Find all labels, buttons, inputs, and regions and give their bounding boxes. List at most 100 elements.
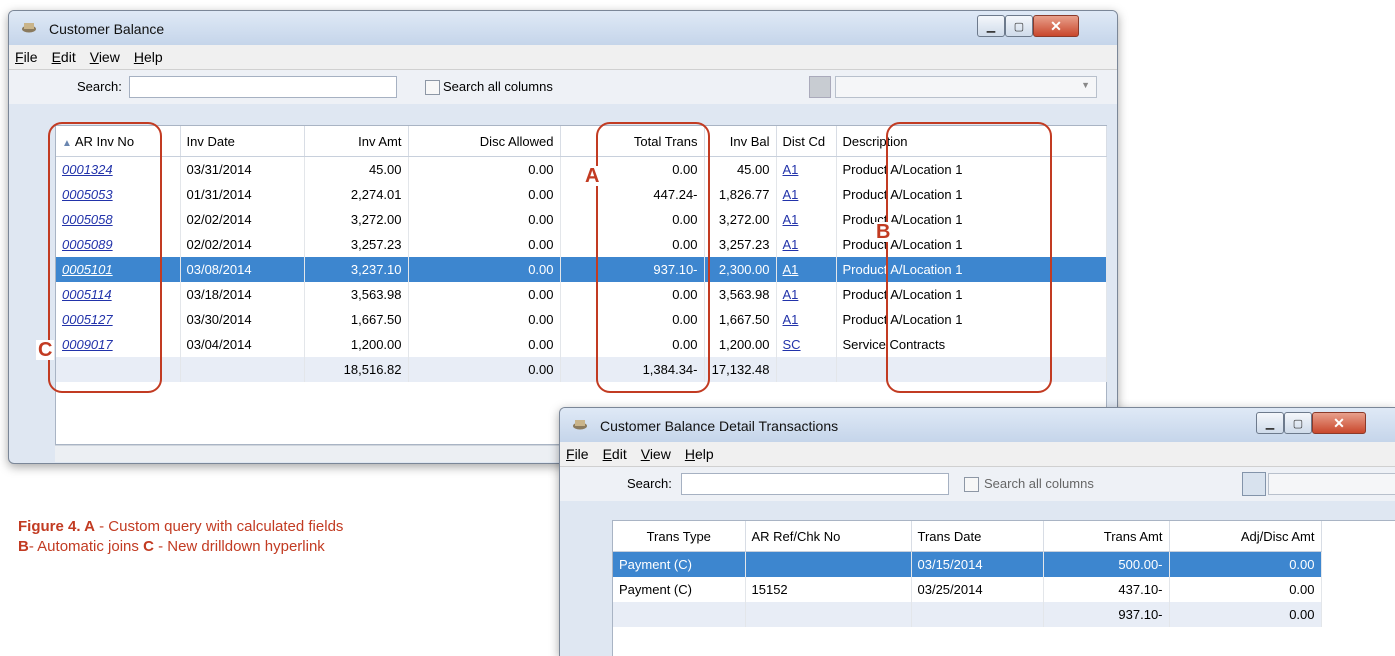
- detail-title-bar: Customer Balance Detail Transactions ▁ ▢…: [560, 408, 1395, 442]
- table-cell: 1,667.50: [304, 307, 409, 332]
- search-input[interactable]: [681, 473, 949, 495]
- app-icon: [22, 23, 36, 33]
- col-trans-type[interactable]: Trans Type: [613, 521, 746, 552]
- table-cell: 03/31/2014: [180, 156, 305, 182]
- total-cell: 937.10-: [1043, 602, 1170, 627]
- col-inv-date[interactable]: Inv Date: [180, 126, 305, 157]
- maximize-button[interactable]: ▢: [1284, 412, 1312, 434]
- table-cell: 0.00: [1169, 577, 1322, 602]
- table-cell: 0.00: [408, 257, 561, 282]
- app-icon: [573, 420, 587, 430]
- total-cell: 17,132.48: [704, 357, 777, 382]
- col-adj-disc-amt[interactable]: Adj/Disc Amt: [1169, 521, 1322, 552]
- cell-dist-cd[interactable]: SC: [776, 332, 837, 357]
- col-dist-cd[interactable]: Dist Cd: [776, 126, 837, 157]
- cell-dist-cd[interactable]: A1: [776, 232, 837, 257]
- total-cell: [776, 357, 837, 382]
- minimize-button[interactable]: ▁: [977, 15, 1005, 37]
- search-input[interactable]: [129, 76, 397, 98]
- table-cell: 03/15/2014: [911, 551, 1044, 577]
- table-row[interactable]: Payment (C) 03/15/2014 500.00- 0.00: [613, 551, 1322, 577]
- caption-a-key: Figure 4. A: [18, 518, 95, 535]
- dist-cd-link[interactable]: A1: [783, 237, 799, 252]
- table-row[interactable]: Payment (C) 15152 03/25/2014 437.10- 0.00: [613, 577, 1322, 602]
- search-all-label: Search all columns: [443, 79, 553, 94]
- dist-cd-link[interactable]: A1: [783, 187, 799, 202]
- callout-b-box: [886, 122, 1052, 393]
- table-cell: Payment (C): [613, 577, 746, 602]
- export-icon[interactable]: [1242, 472, 1266, 496]
- dist-cd-link[interactable]: SC: [783, 337, 801, 352]
- view-dropdown[interactable]: [1268, 473, 1395, 495]
- close-button[interactable]: ✕: [1312, 412, 1366, 434]
- chevron-down-icon: ▼: [1081, 80, 1090, 90]
- figure-caption: Figure 4. A - Custom query with calculat…: [18, 517, 343, 557]
- search-all-checkbox[interactable]: [425, 80, 440, 95]
- table-cell: 0.00: [408, 182, 561, 207]
- transactions-grid: Trans Type AR Ref/Chk No Trans Date Tran…: [612, 520, 1395, 656]
- table-cell: 03/25/2014: [911, 577, 1044, 602]
- cell-dist-cd[interactable]: A1: [776, 182, 837, 207]
- callout-a-label: A: [583, 165, 602, 187]
- caption-c-text: - New drilldown hyperlink: [153, 538, 325, 555]
- table-cell: Payment (C): [613, 551, 746, 577]
- table-cell: 1,200.00: [704, 332, 777, 357]
- menu-edit[interactable]: Edit: [52, 49, 76, 65]
- menu-help[interactable]: Help: [134, 49, 163, 65]
- detail-transactions-window: Customer Balance Detail Transactions ▁ ▢…: [559, 407, 1395, 656]
- caption-b-key: B: [18, 538, 29, 555]
- total-cell: [745, 602, 912, 627]
- dist-cd-link[interactable]: A1: [783, 287, 799, 302]
- table-cell: 0.00: [408, 232, 561, 257]
- dist-cd-link[interactable]: A1: [783, 212, 799, 227]
- search-all-checkbox[interactable]: [964, 477, 979, 492]
- caption-b-text: - Automatic joins: [28, 538, 144, 555]
- dist-cd-link[interactable]: A1: [783, 312, 799, 327]
- menu-file[interactable]: File: [566, 446, 589, 462]
- maximize-button[interactable]: ▢: [1005, 15, 1033, 37]
- cell-dist-cd[interactable]: A1: [776, 282, 837, 307]
- table-cell: 3,563.98: [704, 282, 777, 307]
- col-inv-bal[interactable]: Inv Bal: [704, 126, 777, 157]
- dist-cd-link[interactable]: A1: [783, 162, 799, 177]
- table-cell: 0.00: [408, 156, 561, 182]
- table-cell: 1,200.00: [304, 332, 409, 357]
- menu-view[interactable]: View: [90, 49, 120, 65]
- close-button[interactable]: ✕: [1033, 15, 1079, 37]
- menu-view[interactable]: View: [641, 446, 671, 462]
- detail-search-toolbar: Search: Search all columns: [560, 467, 1395, 501]
- minimize-button[interactable]: ▁: [1256, 412, 1284, 434]
- export-icon[interactable]: [809, 76, 831, 98]
- total-cell: 0.00: [408, 357, 561, 382]
- table-cell: 45.00: [704, 156, 777, 182]
- col-trans-amt[interactable]: Trans Amt: [1043, 521, 1170, 552]
- caption-c-key: C: [143, 538, 154, 555]
- table-cell: 3,272.00: [704, 207, 777, 232]
- dist-cd-link[interactable]: A1: [783, 262, 799, 277]
- col-ar-ref-chk-no[interactable]: AR Ref/Chk No: [745, 521, 912, 552]
- detail-menu-bar: File Edit View Help: [560, 442, 1395, 467]
- table-cell: 03/18/2014: [180, 282, 305, 307]
- menu-help[interactable]: Help: [685, 446, 714, 462]
- cell-dist-cd[interactable]: A1: [776, 207, 837, 232]
- col-inv-amt[interactable]: Inv Amt: [304, 126, 409, 157]
- table-cell: 0.00: [408, 282, 561, 307]
- total-cell: 18,516.82: [304, 357, 409, 382]
- table-cell: 0.00: [408, 307, 561, 332]
- totals-row: 937.10- 0.00: [613, 602, 1322, 627]
- table-cell: 2,274.01: [304, 182, 409, 207]
- col-trans-date[interactable]: Trans Date: [911, 521, 1044, 552]
- col-disc-allowed[interactable]: Disc Allowed: [408, 126, 561, 157]
- table-cell: 02/02/2014: [180, 232, 305, 257]
- menu-edit[interactable]: Edit: [603, 446, 627, 462]
- cell-dist-cd[interactable]: A1: [776, 156, 837, 182]
- total-cell: [911, 602, 1044, 627]
- table-cell: 2,300.00: [704, 257, 777, 282]
- search-all-label: Search all columns: [984, 476, 1094, 491]
- cell-dist-cd[interactable]: A1: [776, 307, 837, 332]
- cell-dist-cd[interactable]: A1: [776, 257, 837, 282]
- menu-file[interactable]: File: [15, 49, 38, 65]
- caption-a-text: - Custom query with calculated fields: [94, 518, 344, 535]
- view-dropdown[interactable]: ▼: [835, 76, 1097, 98]
- table-cell: 3,237.10: [304, 257, 409, 282]
